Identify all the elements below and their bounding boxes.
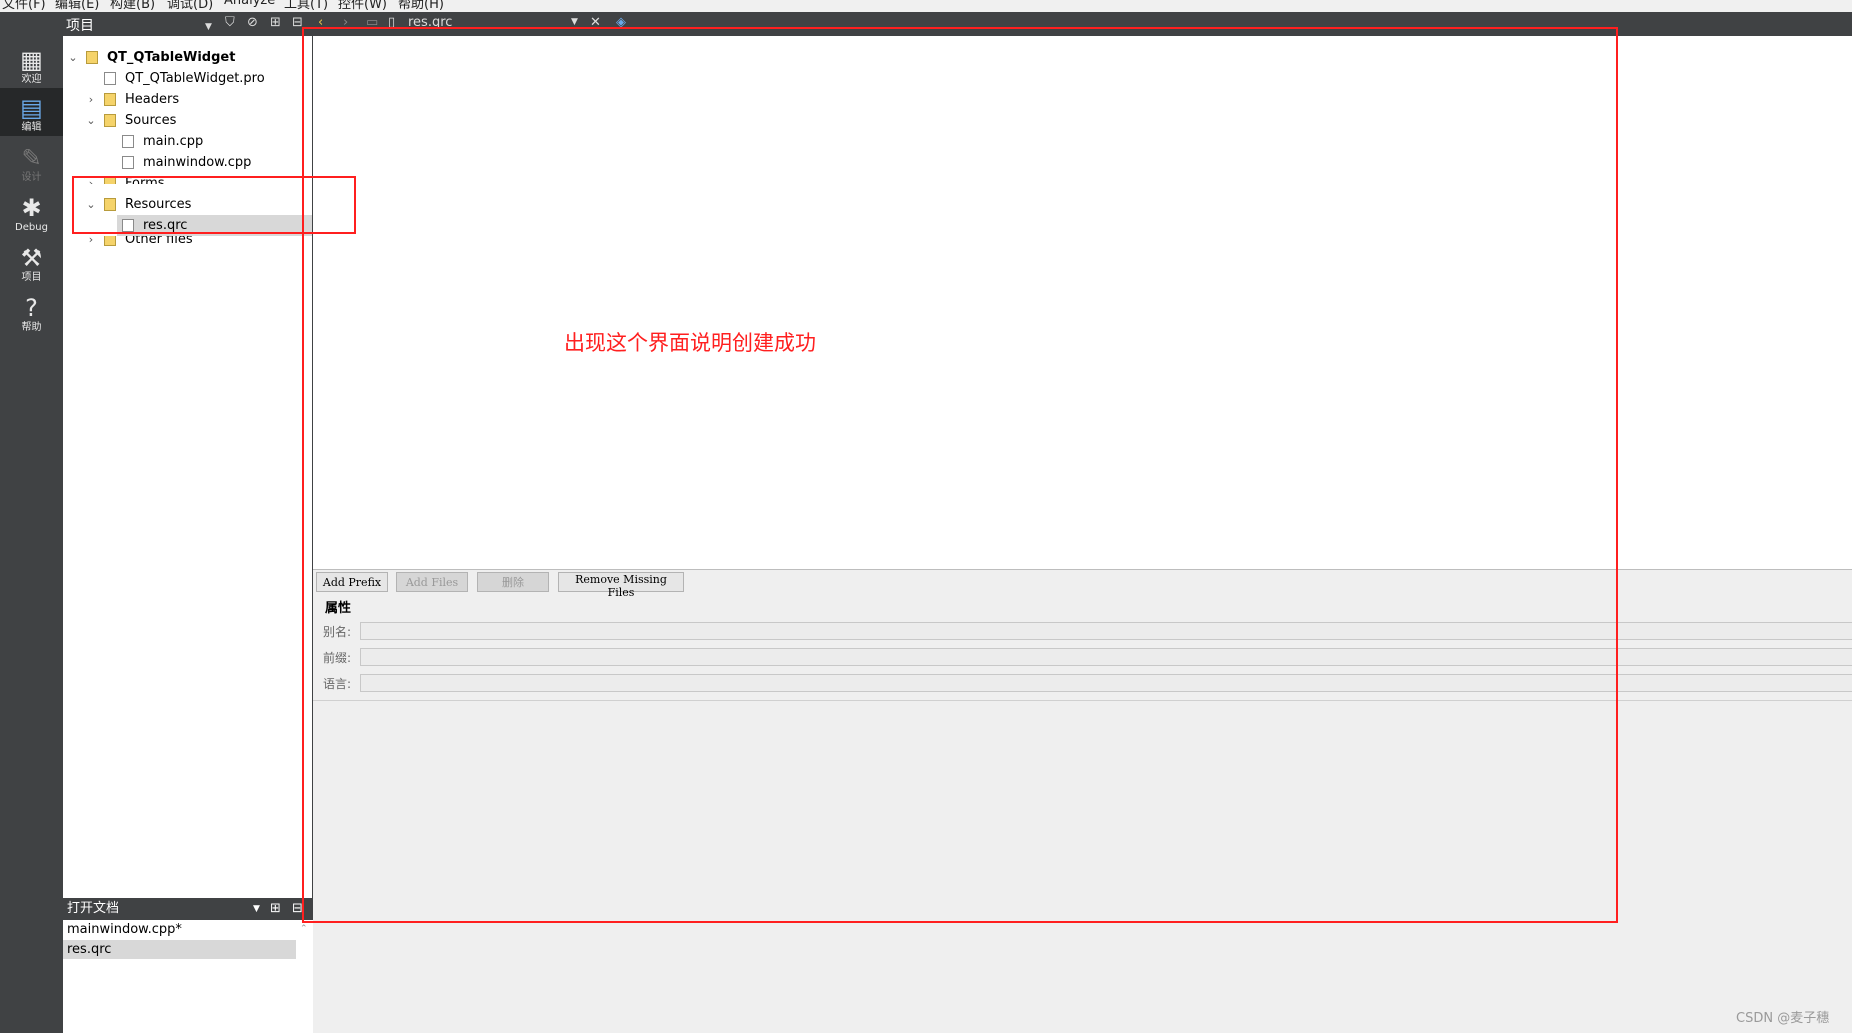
tree-item-other-files[interactable]: › Other files — [63, 236, 313, 257]
menu-widgets[interactable]: 控件(W) — [338, 0, 387, 12]
tree-item-main-cpp[interactable]: main.cpp — [63, 131, 313, 152]
highlight-box-editor — [302, 27, 1618, 923]
other-files-folder-icon — [104, 236, 116, 246]
tree-item-project[interactable]: ⌄ QT_QTableWidget — [63, 47, 313, 68]
headers-folder-icon — [104, 93, 116, 106]
tree-item-mainwindow-cpp[interactable]: mainwindow.cpp — [63, 152, 313, 173]
tree-item-label: Headers — [125, 92, 180, 107]
projects-pane-title[interactable]: 项目 — [66, 15, 94, 35]
mode-design-label: 设计 — [21, 172, 42, 183]
chevron-down-icon[interactable]: ▼ — [205, 19, 212, 35]
help-question-icon: ? — [25, 294, 38, 322]
mode-edit[interactable]: ▤ 编辑 — [0, 88, 63, 136]
chevron-down-icon[interactable]: ⌄ — [85, 110, 97, 131]
design-pencil-icon: ✎ — [21, 144, 42, 172]
menu-help[interactable]: 帮助(H) — [398, 0, 444, 12]
tree-item-label: QT_QTableWidget.pro — [125, 71, 265, 86]
mode-help-label: 帮助 — [21, 322, 42, 333]
chevron-right-icon[interactable]: › — [85, 89, 97, 110]
welcome-grid-icon: ▦ — [20, 46, 43, 74]
tree-item-label: mainwindow.cpp — [143, 155, 252, 170]
open-document-item[interactable]: res.qrc — [63, 940, 296, 959]
mode-projects[interactable]: ⚒ 项目 — [0, 238, 63, 286]
pro-file-icon — [104, 72, 116, 85]
tree-item-label: Other files — [125, 236, 193, 247]
debug-bug-icon: ✱ — [21, 194, 42, 222]
chevron-right-icon[interactable]: › — [85, 236, 97, 247]
mode-edit-label: 编辑 — [21, 122, 42, 133]
split-icon[interactable]: ⊞ — [270, 898, 281, 920]
cpp-file-icon — [122, 135, 134, 148]
sources-folder-icon — [104, 114, 116, 127]
menu-analyze[interactable]: Analyze — [224, 0, 275, 8]
project-folder-icon — [86, 51, 98, 64]
filter-icon[interactable]: ⛉ — [225, 15, 235, 31]
menu-build[interactable]: 构建(B) — [110, 0, 155, 12]
chevron-down-icon[interactable]: ▼ — [571, 17, 578, 27]
edit-document-icon: ▤ — [20, 94, 43, 122]
open-document-item[interactable]: mainwindow.cpp* — [63, 920, 296, 939]
chevron-down-icon[interactable]: ⌄ — [67, 47, 79, 68]
mode-debug-label: Debug — [15, 222, 48, 233]
menu-tools[interactable]: 工具(T) — [284, 0, 328, 12]
mode-welcome-label: 欢迎 — [21, 74, 42, 85]
open-documents-title[interactable]: 打开文档 — [67, 901, 119, 916]
menu-bar: 文件(F) 编辑(E) 构建(B) 调试(D) Analyze 工具(T) 控件… — [0, 0, 1852, 12]
tree-item-sources[interactable]: ⌄ Sources — [63, 110, 313, 131]
mode-welcome[interactable]: ▦ 欢迎 — [0, 40, 63, 88]
link-icon[interactable]: ⊘ — [247, 15, 258, 31]
tree-item-label: Sources — [125, 113, 177, 128]
tree-item-headers[interactable]: › Headers — [63, 89, 313, 110]
mode-help[interactable]: ? 帮助 — [0, 288, 63, 336]
split-icon[interactable]: ⊞ — [270, 15, 281, 31]
tree-item-pro-file[interactable]: QT_QTableWidget.pro — [63, 68, 313, 89]
menu-debug[interactable]: 调试(D) — [167, 0, 213, 12]
menu-file[interactable]: 文件(F) — [2, 0, 46, 12]
mode-design[interactable]: ✎ 设计 — [0, 138, 63, 186]
mode-debug[interactable]: ✱ Debug — [0, 188, 63, 236]
menu-edit[interactable]: 编辑(E) — [55, 0, 99, 12]
open-documents-header: 打开文档 ▼ ⊞ ⊟ — [63, 898, 313, 920]
open-documents-list: mainwindow.cpp* res.qrc ⌃ — [63, 920, 313, 1033]
cpp-file-icon — [122, 156, 134, 169]
watermark: CSDN @麦子穗 — [1736, 1011, 1830, 1026]
scroll-up-icon[interactable]: ⌃ — [300, 924, 308, 934]
chevron-down-icon[interactable]: ▼ — [253, 898, 260, 920]
tree-item-label: QT_QTableWidget — [107, 50, 236, 65]
project-tree: ⌄ QT_QTableWidget QT_QTableWidget.pro › … — [63, 36, 313, 898]
projects-wrench-icon: ⚒ — [20, 244, 43, 272]
mode-projects-label: 项目 — [21, 272, 42, 283]
tree-item-label: main.cpp — [143, 134, 204, 149]
